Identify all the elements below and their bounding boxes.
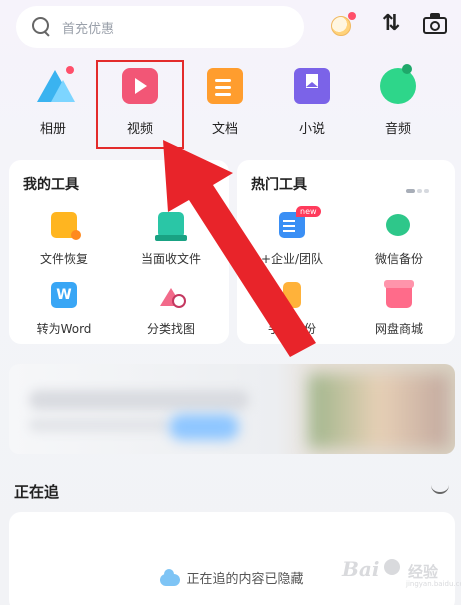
tool-phone-backup[interactable]: 手机备份: [242, 282, 342, 337]
novel-icon: [294, 68, 330, 104]
category-novel[interactable]: 小说: [277, 68, 347, 137]
tool-team[interactable]: +企业/团队: [242, 212, 342, 267]
category-label: 音频: [384, 122, 411, 137]
notification-dot: [348, 12, 356, 20]
category-label: 文档: [211, 122, 238, 137]
store-icon: [384, 280, 414, 308]
tool-wechat-backup[interactable]: 微信备份: [349, 212, 449, 267]
file-recovery-icon: [51, 212, 81, 240]
search-placeholder: 首充优惠: [62, 21, 115, 37]
tool-label: 当面收文件: [140, 252, 201, 266]
tool-label: 网盘商城: [374, 322, 423, 336]
eye-closed-icon[interactable]: [430, 484, 452, 494]
document-icon: [207, 68, 243, 104]
my-tools-card: 我的工具 文件恢复 当面收文件 W 转为Word 分类找图: [9, 160, 229, 344]
word-convert-icon: W: [51, 282, 77, 308]
promo-banner[interactable]: [9, 364, 455, 454]
audio-icon: [380, 64, 416, 104]
my-tools-title: 我的工具: [23, 177, 79, 193]
tool-face-to-face-receive[interactable]: 当面收文件: [121, 212, 221, 267]
face-to-face-receive-icon: [155, 212, 187, 241]
category-audio[interactable]: 音频: [363, 64, 433, 137]
category-photo[interactable]: 相册: [18, 68, 88, 137]
watermark-sub: 经验: [408, 563, 439, 581]
mascot-icon[interactable]: [330, 10, 358, 38]
tool-label: 分类找图: [146, 322, 195, 336]
category-document[interactable]: 文档: [190, 68, 260, 137]
pager-indicator: [404, 178, 429, 197]
tool-label: 微信备份: [374, 252, 423, 266]
search-bar[interactable]: 首充优惠: [16, 6, 304, 48]
photo-notification-dot: [66, 66, 74, 74]
following-section-title: 正在追: [14, 483, 60, 501]
tool-word-convert[interactable]: W 转为Word: [14, 282, 114, 337]
baidu-watermark: Bai 经验 jingyan.baidu.com: [342, 553, 461, 588]
hot-tools-card: 热门工具 +企业/团队 微信备份 手机备份 网盘商城: [237, 160, 455, 344]
mascot-face: [331, 16, 351, 36]
tool-category-find-image[interactable]: 分类找图: [121, 282, 221, 337]
camera-icon[interactable]: [422, 10, 450, 38]
video-highlight-box: [96, 60, 184, 149]
watermark-brand: Bai: [342, 557, 380, 581]
wechat-backup-icon: [386, 212, 412, 238]
new-badge: new: [296, 206, 321, 217]
hot-tools-title: 热门工具: [251, 177, 307, 193]
paw-icon: [384, 559, 400, 575]
tool-label: 手机备份: [267, 322, 316, 336]
photo-icon: [35, 68, 75, 104]
tool-file-recovery[interactable]: 文件恢复: [14, 212, 114, 267]
search-icon: [32, 17, 52, 37]
tool-label: +企业/团队: [260, 252, 324, 266]
category-find-image-icon: [158, 282, 186, 308]
transfer-icon[interactable]: ⇅: [377, 10, 405, 38]
cloud-icon: [160, 568, 181, 586]
tool-label: 文件恢复: [39, 252, 88, 266]
watermark-url: jingyan.baidu.com: [406, 580, 461, 588]
category-label: 相册: [39, 122, 66, 137]
tool-store[interactable]: 网盘商城: [349, 280, 449, 337]
category-label: 小说: [298, 122, 325, 137]
phone-backup-icon: [283, 282, 301, 308]
tool-label: 转为Word: [36, 322, 92, 336]
